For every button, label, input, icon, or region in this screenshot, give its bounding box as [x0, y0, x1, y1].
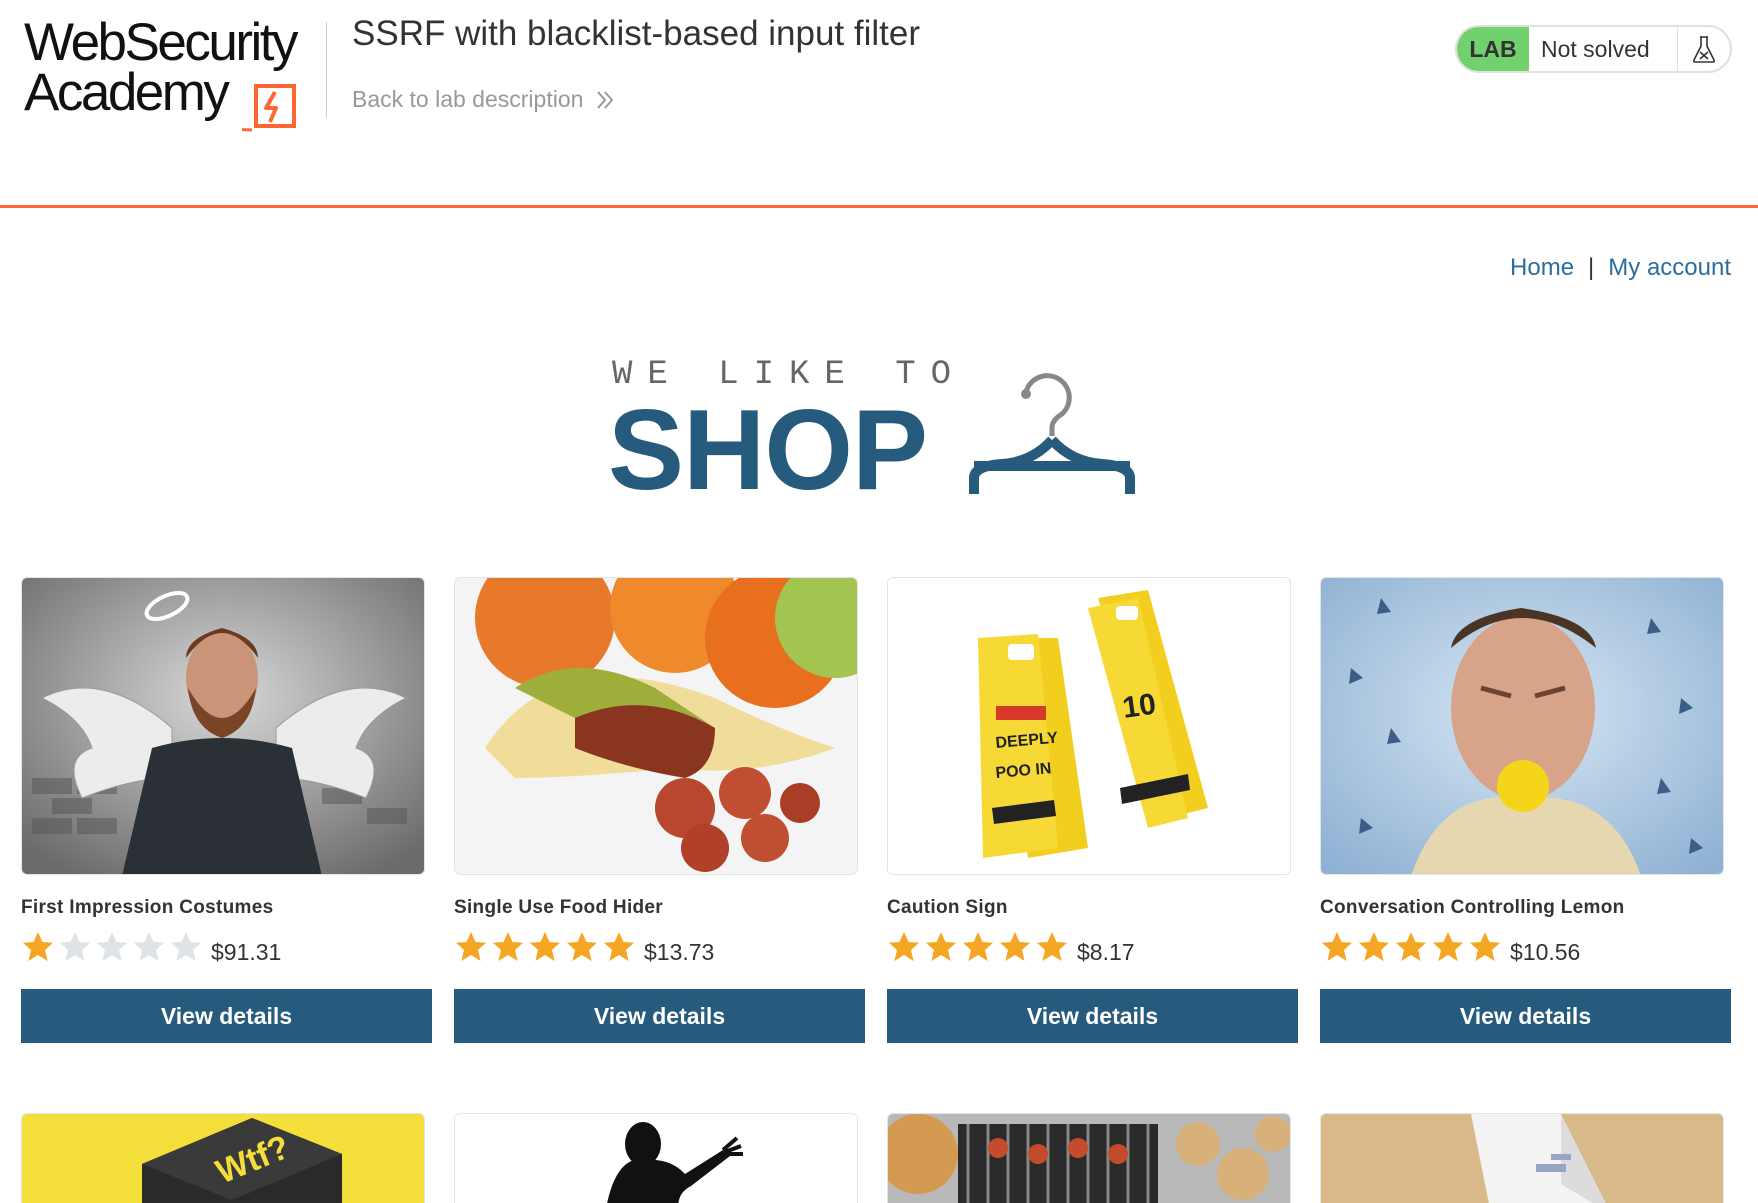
star-filled-icon	[1396, 932, 1426, 961]
lab-badge: LAB	[1457, 27, 1529, 71]
logo-text-line1: WebSecurity	[24, 13, 298, 72]
product-image	[887, 1113, 1291, 1203]
product-card: Single Use Food Hider $13.73 View detail…	[454, 577, 865, 1043]
nav-separator: |	[1588, 254, 1595, 281]
product-image	[454, 1113, 858, 1203]
product-image	[454, 577, 858, 875]
star-filled-icon	[1322, 932, 1352, 961]
star-filled-icon	[963, 932, 993, 961]
star-empty-icon	[134, 932, 164, 961]
logo-bolt-icon	[242, 84, 296, 132]
lab-header: WebSecurity Academy SSRF with blacklist-…	[0, 0, 1758, 208]
star-filled-icon	[604, 932, 634, 961]
lab-status-text: Not solved	[1529, 27, 1678, 71]
star-filled-icon	[926, 932, 956, 961]
web-security-academy-logo[interactable]: WebSecurity Academy	[24, 13, 324, 132]
clothes-hanger-icon	[969, 373, 1135, 494]
star-empty-icon	[97, 932, 127, 961]
product-rating-row: $8.17	[887, 929, 1298, 965]
product-price: $13.73	[644, 938, 715, 965]
product-rating-row: $13.73	[454, 929, 865, 965]
star-rating	[454, 930, 636, 964]
back-link-label: Back to lab description	[352, 86, 584, 112]
star-rating	[887, 930, 1069, 964]
view-details-button[interactable]: View details	[454, 989, 865, 1043]
product-price: $91.31	[211, 938, 282, 965]
star-empty-icon	[171, 932, 201, 961]
star-rating	[21, 930, 203, 964]
star-filled-icon	[456, 932, 486, 961]
star-filled-icon	[889, 932, 919, 961]
product-image: DEEPLY POO IN 10	[887, 577, 1291, 875]
product-name: First Impression Costumes	[21, 897, 274, 918]
nav-my-account-link[interactable]: My account	[1608, 254, 1731, 282]
view-details-button[interactable]: View details	[887, 989, 1298, 1043]
star-filled-icon	[567, 932, 597, 961]
product-image: Wtf?	[21, 1113, 425, 1203]
product-image	[21, 577, 425, 875]
double-chevron-right-icon	[597, 90, 614, 109]
product-rating-row: $91.31	[21, 929, 432, 965]
view-details-button[interactable]: View details	[1320, 989, 1731, 1043]
back-to-lab-description-link[interactable]: Back to lab description	[352, 86, 615, 113]
star-empty-icon	[60, 932, 90, 961]
product-card: Conversation Controlling Lemon $10.56 Vi…	[1320, 577, 1731, 1043]
star-filled-icon	[1470, 932, 1500, 961]
star-filled-icon	[1000, 932, 1030, 961]
product-name: Conversation Controlling Lemon	[1320, 897, 1625, 918]
star-filled-icon	[1433, 932, 1463, 961]
lab-title: SSRF with blacklist-based input filter	[352, 14, 920, 53]
banner-title: SHOP	[608, 387, 928, 514]
product-card: First Impression Costumes $91.31 View de…	[21, 577, 432, 1043]
top-navigation: Home | My account	[1510, 254, 1731, 282]
product-name: Single Use Food Hider	[454, 897, 663, 918]
product-card: DEEPLY POO IN 10 Caution Sign $8.17 View…	[887, 577, 1298, 1043]
product-price: $8.17	[1077, 938, 1135, 965]
shop-banner: WE LIKE TO SHOP	[608, 356, 1142, 508]
svg-text:10: 10	[1120, 688, 1158, 725]
product-name: Caution Sign	[887, 897, 1008, 918]
product-image	[1320, 1113, 1724, 1203]
star-filled-icon	[1037, 932, 1067, 961]
lab-status-widget: LAB Not solved	[1455, 25, 1732, 73]
product-price: $10.56	[1510, 938, 1581, 965]
star-filled-icon	[1359, 932, 1389, 961]
star-rating	[1320, 930, 1502, 964]
view-details-button[interactable]: View details	[21, 989, 432, 1043]
product-image	[1320, 577, 1724, 875]
star-filled-icon	[530, 932, 560, 961]
product-rating-row: $10.56	[1320, 929, 1731, 965]
star-filled-icon	[23, 932, 53, 961]
flask-icon	[1678, 27, 1730, 71]
header-divider	[326, 22, 327, 118]
nav-home-link[interactable]: Home	[1510, 254, 1574, 282]
star-filled-icon	[493, 932, 523, 961]
